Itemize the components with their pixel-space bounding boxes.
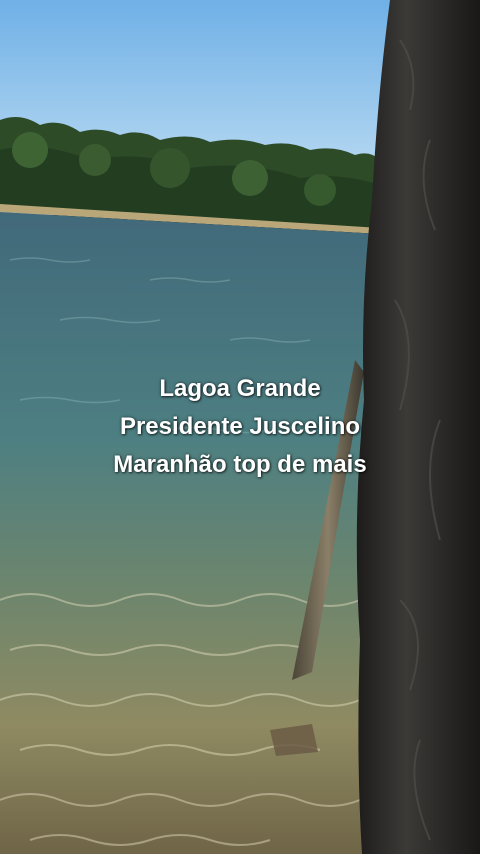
photo-scene: Lagoa Grande Presidente Juscelino Maranh… [0,0,480,854]
photo-caption: Lagoa Grande Presidente Juscelino Maranh… [0,370,480,484]
caption-line-2: Presidente Juscelino [119,413,361,440]
caption-line-1: Lagoa Grande [159,375,321,402]
caption-line-3: Maranhão top de mais [113,451,367,478]
